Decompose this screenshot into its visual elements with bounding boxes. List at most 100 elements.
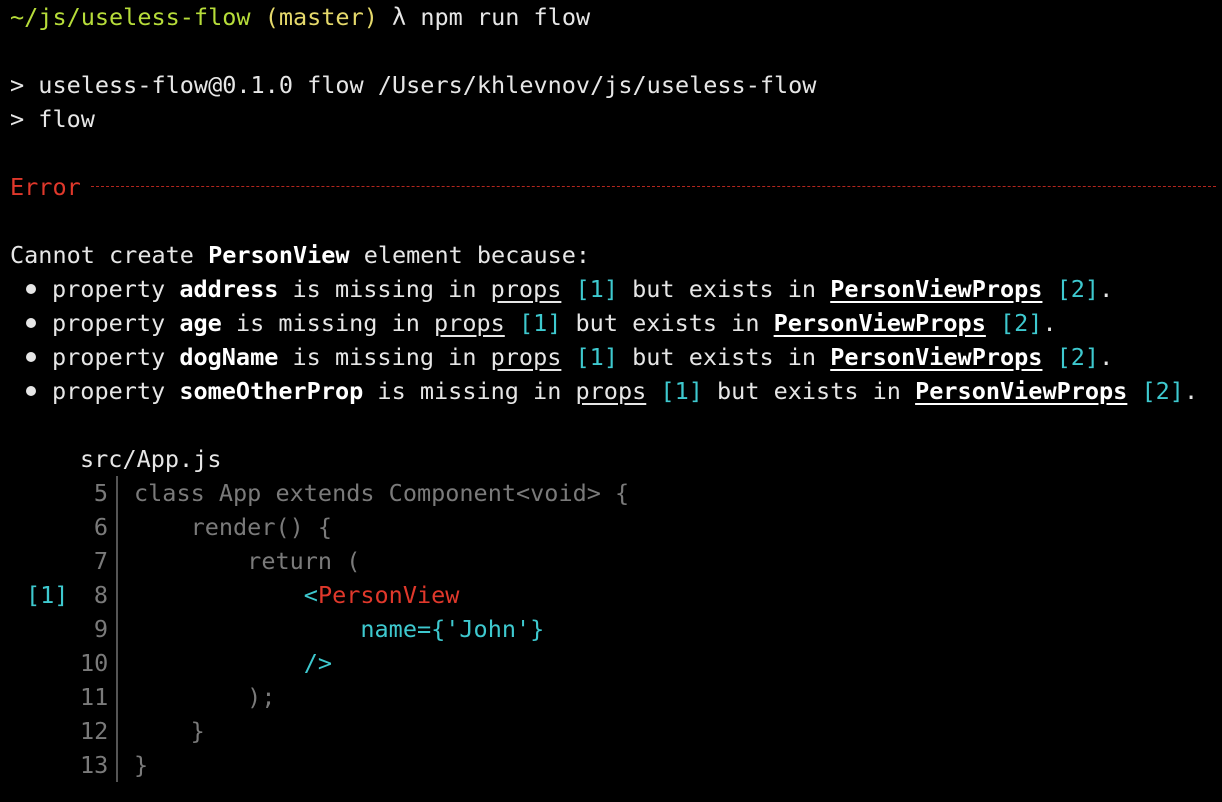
item-prefix: property (52, 343, 180, 371)
code-line: 12 } (10, 714, 1222, 748)
line-number: 12 (80, 717, 109, 745)
terminal-window[interactable]: ~/js/useless-flow (master) λ npm run flo… (10, 0, 1222, 782)
code-text: ); (134, 683, 276, 711)
line-number: 8 (93, 581, 108, 609)
item-end: . (1183, 377, 1199, 405)
error-item: property age is missing in props [1] but… (10, 306, 1222, 340)
ref-2: [2] (1141, 377, 1184, 405)
bullet-icon (26, 283, 36, 294)
line-number: 11 (80, 683, 109, 711)
code-text: return ( (134, 547, 361, 575)
gutter-bar (116, 476, 118, 510)
error-item: property address is missing in props [1]… (10, 272, 1222, 306)
command-text: npm run flow (420, 3, 591, 31)
ref-2: [2] (1000, 309, 1043, 337)
jsx-self-close: /> (303, 649, 333, 677)
item-mid: is missing in (278, 343, 491, 371)
gutter-bar (116, 612, 118, 646)
item-mid2: but exists in (617, 343, 831, 371)
code-text: class App extends Component<void> { (134, 479, 630, 507)
summary-prefix: Cannot create (10, 241, 209, 269)
code-file-line: src/App.js (10, 442, 1222, 476)
item-end: . (1099, 343, 1114, 371)
prompt-symbol: λ (392, 3, 407, 31)
summary-suffix: element because: (349, 241, 591, 269)
ref-1: [1] (575, 343, 618, 371)
jsx-attribute: name={'John'} (360, 615, 545, 643)
error-divider (90, 186, 1216, 187)
missing-prop: someOtherProp (179, 377, 364, 405)
gutter-bar (116, 646, 118, 680)
item-mid2: but exists in (561, 309, 774, 337)
code-text: } (134, 717, 205, 745)
item-mid: is missing in (363, 377, 576, 405)
gutter-bar (116, 544, 118, 578)
jsx-bracket: < (303, 581, 318, 609)
bullet-icon (26, 351, 36, 362)
code-line: 5 class App extends Component<void> { (10, 476, 1222, 510)
line-number: 13 (80, 751, 109, 779)
type-link[interactable]: PersonViewProps (830, 343, 1042, 371)
code-line: 10 /> (10, 646, 1222, 680)
props-link[interactable]: props (576, 377, 647, 405)
type-link[interactable]: PersonViewProps (830, 275, 1042, 303)
summary-component: PersonView (208, 241, 350, 269)
code-text: render() { (134, 513, 333, 541)
ref-column: [1] (10, 578, 80, 612)
ref-1: [1] (660, 377, 703, 405)
error-item: property someOtherProp is missing in pro… (10, 374, 1222, 408)
gutter-bar (116, 510, 118, 544)
ref-2: [2] (1056, 275, 1100, 303)
code-line: 9 name={'John'} (10, 612, 1222, 646)
code-file-name: src/App.js (80, 445, 222, 473)
props-link[interactable]: props (491, 275, 562, 303)
item-end: . (1042, 309, 1057, 337)
gutter-bar (116, 578, 118, 612)
line-number: 7 (93, 547, 108, 575)
item-mid: is missing in (221, 309, 435, 337)
missing-prop: dogName (179, 343, 279, 371)
prompt-line: ~/js/useless-flow (master) λ npm run flo… (10, 0, 1222, 34)
item-end: . (1099, 275, 1114, 303)
item-prefix: property (52, 377, 180, 405)
type-link[interactable]: PersonViewProps (774, 309, 986, 337)
gutter-bar (116, 714, 118, 748)
item-mid2: but exists in (702, 377, 916, 405)
ref-marker: [1] (26, 581, 69, 609)
prompt-path: ~/js/useless-flow (10, 3, 251, 31)
jsx-tag-name: PersonView (317, 581, 460, 609)
item-prefix: property (52, 309, 180, 337)
ref-1: [1] (518, 309, 562, 337)
code-line: 7 return ( (10, 544, 1222, 578)
code-text: } (134, 751, 149, 779)
code-line: 13} (10, 748, 1222, 782)
gutter-bar (116, 680, 118, 714)
item-mid: is missing in (278, 275, 491, 303)
git-branch: (master) (264, 3, 378, 31)
error-header: Error (10, 170, 1222, 204)
code-line: 11 ); (10, 680, 1222, 714)
bullet-icon (26, 317, 36, 328)
error-summary: Cannot create PersonView element because… (10, 238, 1222, 272)
props-link[interactable]: props (491, 343, 562, 371)
item-mid2: but exists in (617, 275, 831, 303)
line-number: 10 (80, 649, 109, 677)
ref-2: [2] (1056, 343, 1100, 371)
code-line: 6 render() { (10, 510, 1222, 544)
props-link[interactable]: props (434, 309, 505, 337)
error-label: Error (10, 173, 81, 201)
line-number: 6 (93, 513, 108, 541)
line-number: 9 (93, 615, 108, 643)
missing-prop: age (179, 309, 222, 337)
ref-1: [1] (575, 275, 618, 303)
item-prefix: property (52, 275, 180, 303)
line-number: 5 (93, 479, 108, 507)
error-item: property dogName is missing in props [1]… (10, 340, 1222, 374)
npm-output-line-1: > useless-flow@0.1.0 flow /Users/khlevno… (10, 71, 817, 99)
type-link[interactable]: PersonViewProps (915, 377, 1127, 405)
